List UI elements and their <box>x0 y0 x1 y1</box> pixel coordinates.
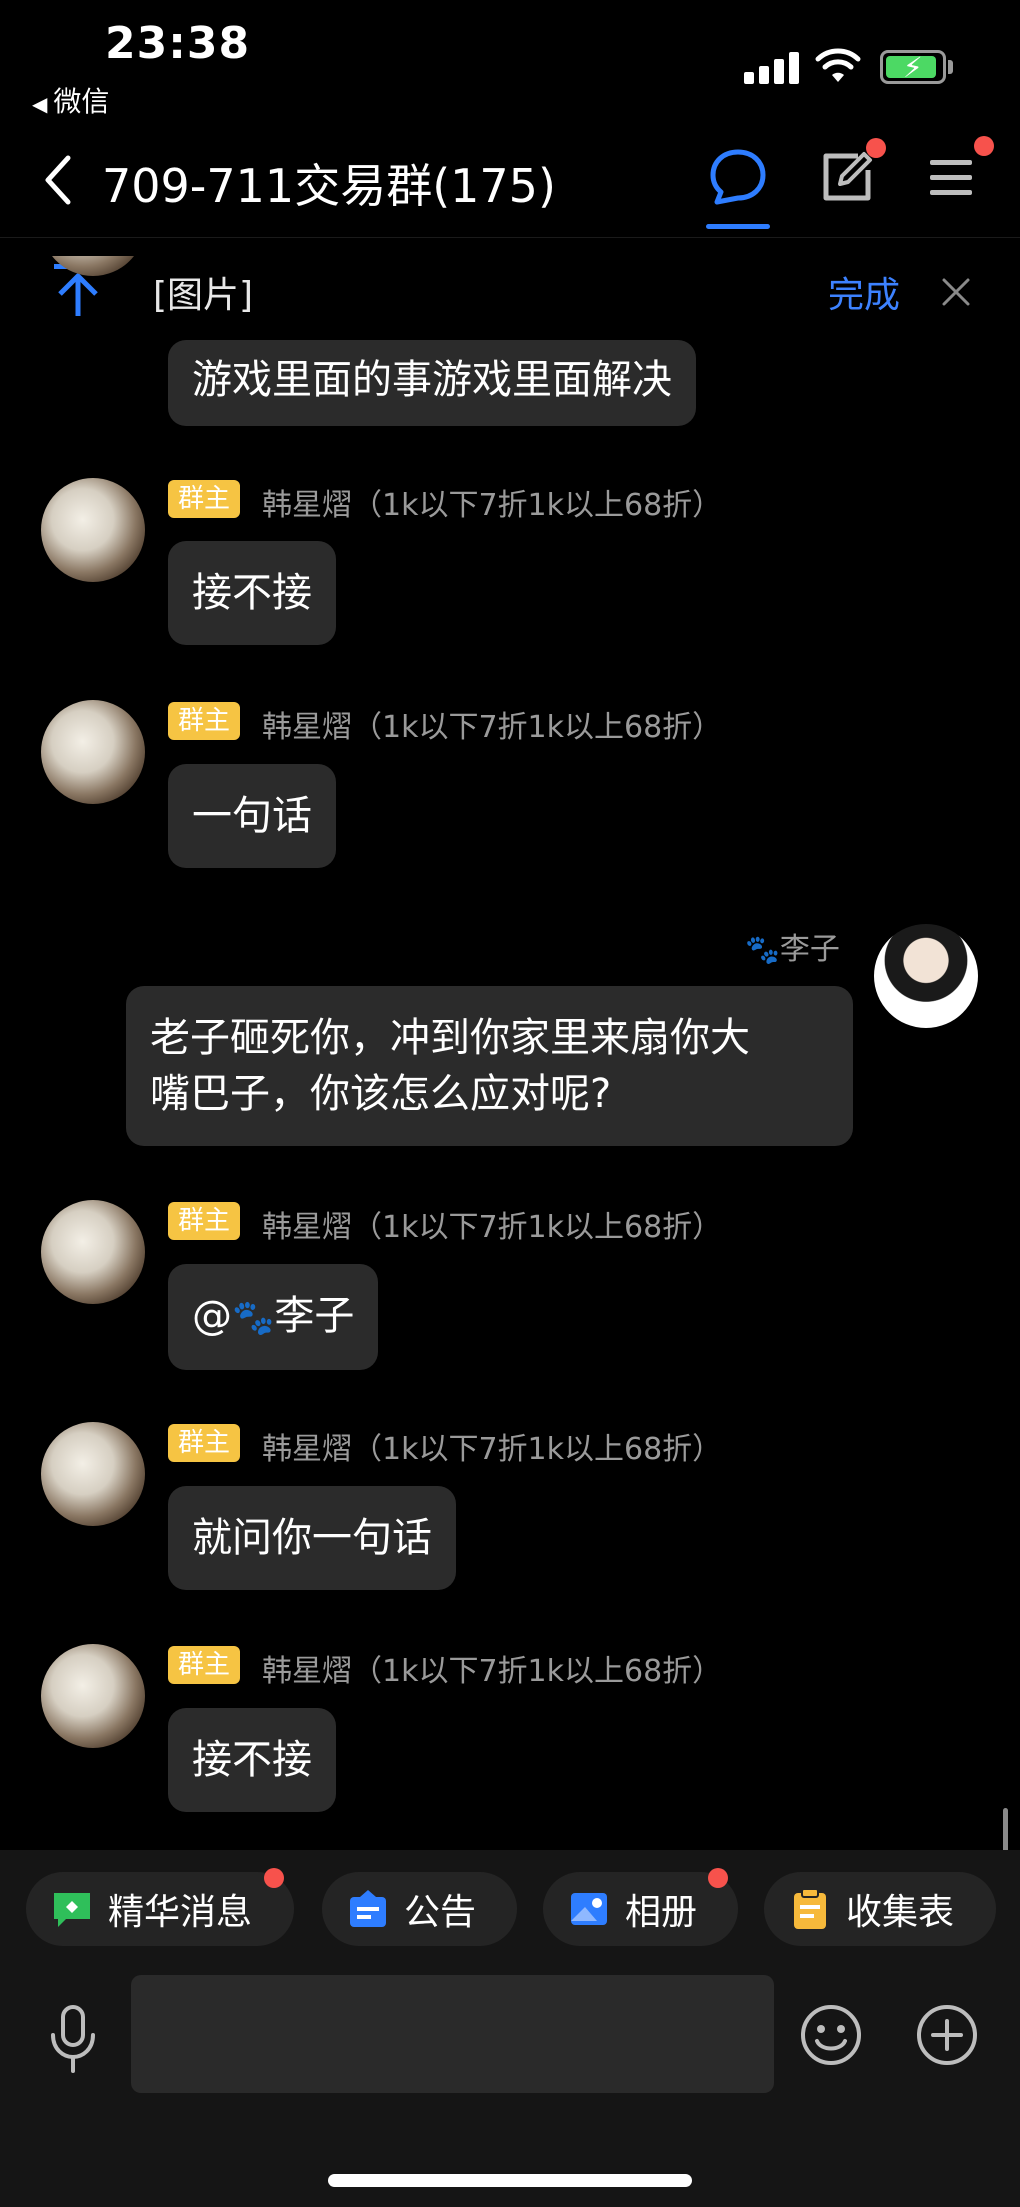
announcement-chip[interactable]: 公告 <box>322 1872 517 1946</box>
sender-name[interactable]: 韩星熠（1k以下7折1k以上68折） <box>262 1424 722 1468</box>
close-icon[interactable] <box>940 276 972 308</box>
edit-icon[interactable] <box>818 148 876 206</box>
sender-name[interactable]: 韩星熠（1k以下7折1k以上68折） <box>262 1646 722 1690</box>
cellular-signal-icon <box>744 50 800 84</box>
message-line: 嘴巴子，你该怎么应对呢? <box>150 1071 612 1117</box>
paw-icon: 🐾 <box>745 933 780 966</box>
album-icon <box>571 1893 607 1925</box>
form-icon <box>794 1888 826 1929</box>
avatar[interactable] <box>41 1644 145 1748</box>
notification-dot <box>264 1868 284 1888</box>
message-bubble[interactable]: 接不接 <box>168 1708 336 1812</box>
back-to-app-link[interactable]: ◀ 微信 <box>32 80 109 120</box>
owner-badge: 群主 <box>168 1424 241 1462</box>
chat-nav-bar: 709-711交易群(175) <box>0 120 1020 238</box>
group-title: 709-711交易群(175) <box>102 159 556 213</box>
essence-messages-chip[interactable]: 精华消息 <box>26 1868 294 1946</box>
album-chip[interactable]: 相册 <box>543 1868 738 1946</box>
scrollbar[interactable] <box>1003 1808 1008 1853</box>
owner-badge: 群主 <box>168 702 241 740</box>
pinned-message-text: [图片] <box>153 275 254 316</box>
message-input[interactable] <box>131 1975 774 2093</box>
announcement-icon <box>350 1890 386 1927</box>
mention-prefix: @ <box>192 1293 232 1339</box>
chip-label: 精华消息 <box>108 1892 253 1933</box>
self-sender-name: 🐾李子 <box>745 932 840 967</box>
owner-badge: 群主 <box>168 1202 241 1240</box>
sender-name[interactable]: 韩星熠（1k以下7折1k以上68折） <box>262 702 722 746</box>
back-chevron-icon[interactable] <box>38 150 78 210</box>
home-indicator[interactable] <box>328 2174 692 2187</box>
chat-bubble-icon[interactable] <box>707 146 769 208</box>
edit-notification-dot <box>866 138 886 158</box>
chip-label: 收集表 <box>846 1892 955 1933</box>
emoji-icon[interactable] <box>799 2003 863 2067</box>
chip-label: 相册 <box>625 1892 698 1933</box>
input-bar <box>0 1960 1020 2207</box>
sender-name[interactable]: 韩星熠（1k以下7折1k以上68折） <box>262 1202 722 1246</box>
avatar[interactable] <box>41 700 145 804</box>
plus-icon[interactable] <box>915 2003 979 2067</box>
back-app-label: 微信 <box>53 85 110 118</box>
owner-badge: 群主 <box>168 480 241 518</box>
avatar[interactable] <box>41 1422 145 1526</box>
message-line: 老子砸死你，冲到你家里来扇你大 <box>150 1015 750 1061</box>
wifi-icon <box>815 48 861 82</box>
pinned-message-bar[interactable]: [图片] 完成 <box>0 240 1020 340</box>
essence-icon <box>54 1893 90 1927</box>
sender-name[interactable]: 韩星熠（1k以下7折1k以上68折） <box>262 480 722 524</box>
message-bubble[interactable]: 就问你一句话 <box>168 1486 456 1590</box>
mention-name[interactable]: 李子 <box>274 1293 354 1339</box>
charging-bolt-icon: ⚡ <box>903 51 923 84</box>
notification-dot <box>708 1868 728 1888</box>
battery-icon: ⚡ <box>880 50 946 84</box>
menu-icon[interactable] <box>928 156 974 200</box>
paw-icon: 🐾 <box>232 1298 275 1338</box>
self-avatar[interactable] <box>874 924 978 1028</box>
avatar[interactable] <box>41 1200 145 1304</box>
form-chip[interactable]: 收集表 <box>764 1872 996 1946</box>
quick-actions-bar: 精华消息 公告 相册 收集表 <box>0 1850 1020 1960</box>
owner-badge: 群主 <box>168 1646 241 1684</box>
message-bubble[interactable]: 一句话 <box>168 764 336 868</box>
message-bubble[interactable]: 游戏里面的事游戏里面解决 <box>168 340 696 426</box>
menu-notification-dot <box>974 136 994 156</box>
active-tab-indicator <box>706 224 770 229</box>
status-time: 23:38 <box>105 18 251 69</box>
message-bubble[interactable]: 接不接 <box>168 541 336 645</box>
done-button[interactable]: 完成 <box>828 266 900 318</box>
status-bar: 23:38 ◀ 微信 ⚡ <box>0 0 1020 120</box>
back-triangle-icon: ◀ <box>32 92 48 116</box>
sent-message-bubble[interactable]: 老子砸死你，冲到你家里来扇你大 嘴巴子，你该怎么应对呢? <box>126 986 853 1146</box>
message-bubble[interactable]: @🐾李子 <box>168 1264 379 1370</box>
microphone-icon[interactable] <box>45 2003 101 2075</box>
chip-label: 公告 <box>404 1892 477 1933</box>
avatar[interactable] <box>41 478 145 582</box>
